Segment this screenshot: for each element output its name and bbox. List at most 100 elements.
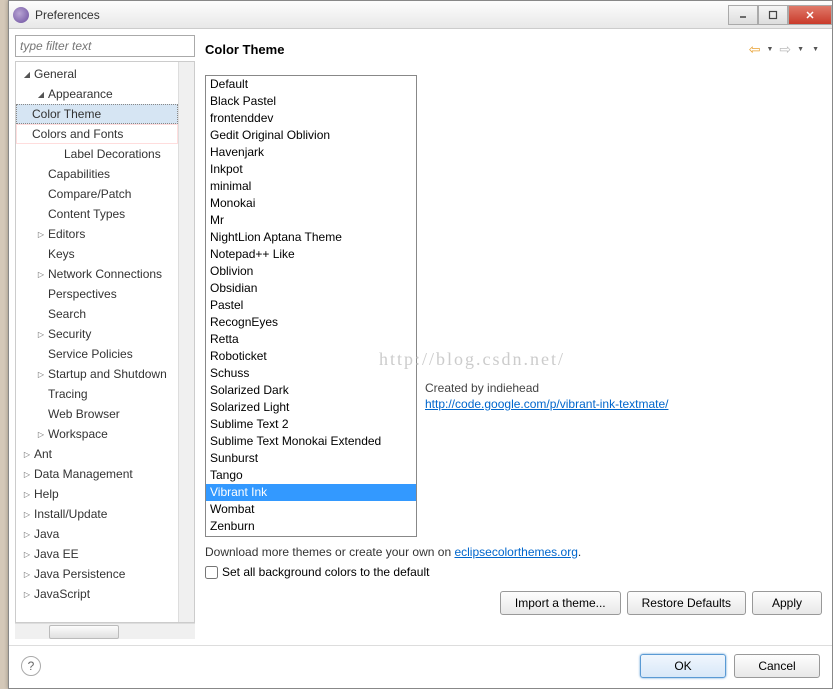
theme-list-item[interactable]: Black Pastel <box>206 93 416 110</box>
theme-list-item[interactable]: Obsidian <box>206 280 416 297</box>
expand-icon[interactable]: ▷ <box>22 529 32 539</box>
eclipsecolorthemes-link[interactable]: eclipsecolorthemes.org <box>454 545 577 559</box>
theme-list-item[interactable]: RecognEyes <box>206 314 416 331</box>
tree-item[interactable]: ▷Java EE <box>16 544 178 564</box>
nav-forward-icon[interactable]: ⇨ <box>778 41 792 58</box>
theme-list-item[interactable]: NightLion Aptana Theme <box>206 229 416 246</box>
window-title: Preferences <box>35 8 728 22</box>
tree-scrollbar-horizontal[interactable] <box>15 623 195 639</box>
tree-item[interactable]: ▷Startup and Shutdown <box>16 364 178 384</box>
tree-item[interactable]: Keys <box>16 244 178 264</box>
tree-item[interactable]: Perspectives <box>16 284 178 304</box>
tree-item[interactable]: Colors and Fonts <box>16 124 178 144</box>
tree-item[interactable]: Content Types <box>16 204 178 224</box>
minimize-button[interactable] <box>728 5 758 25</box>
expand-icon[interactable]: ▷ <box>22 549 32 559</box>
tree-item[interactable]: Search <box>16 304 178 324</box>
expand-icon[interactable]: ▷ <box>22 489 32 499</box>
theme-list-item[interactable]: Default <box>206 76 416 93</box>
theme-info: Created by indiehead http://code.google.… <box>425 69 822 537</box>
tree-item-label: Ant <box>34 447 52 461</box>
theme-list-item[interactable]: Vibrant Ink <box>206 484 416 501</box>
restore-defaults-button[interactable]: Restore Defaults <box>627 591 746 615</box>
tree-item[interactable]: ▷Java <box>16 524 178 544</box>
tree-scrollbar-vertical[interactable] <box>178 62 194 622</box>
tree-item[interactable]: ◢General <box>16 64 178 84</box>
tree-item[interactable]: ◢Appearance <box>16 84 178 104</box>
theme-list-item[interactable]: Gedit Original Oblivion <box>206 127 416 144</box>
tree-item[interactable]: ▷Ant <box>16 444 178 464</box>
tree-item-label: Editors <box>48 227 85 241</box>
theme-list-item[interactable]: Wombat <box>206 501 416 518</box>
tree-item-label: Color Theme <box>32 107 101 121</box>
theme-list-item[interactable]: Monokai <box>206 195 416 212</box>
filter-input[interactable] <box>15 35 195 57</box>
theme-list-item[interactable]: Havenjark <box>206 144 416 161</box>
tree-item[interactable]: Capabilities <box>16 164 178 184</box>
theme-url-link[interactable]: http://code.google.com/p/vibrant-ink-tex… <box>425 397 668 411</box>
collapse-icon[interactable]: ◢ <box>36 89 46 99</box>
tree-item[interactable]: ▷Editors <box>16 224 178 244</box>
nav-back-dropdown[interactable]: ▼ <box>763 46 776 53</box>
footer: ? OK Cancel <box>9 645 832 685</box>
theme-list-item[interactable]: Sublime Text 2 <box>206 416 416 433</box>
theme-list-item[interactable]: Notepad++ Like <box>206 246 416 263</box>
theme-list[interactable]: DefaultBlack PastelfrontenddevGedit Orig… <box>205 75 417 537</box>
tree-item[interactable]: Tracing <box>16 384 178 404</box>
theme-list-item[interactable]: Mr <box>206 212 416 229</box>
theme-list-item[interactable]: Roboticket <box>206 348 416 365</box>
tree-item-label: Capabilities <box>48 167 110 181</box>
tree-item[interactable]: ▷Help <box>16 484 178 504</box>
theme-list-item[interactable]: Retta <box>206 331 416 348</box>
tree-item[interactable]: ▷Install/Update <box>16 504 178 524</box>
theme-list-item[interactable]: Tango <box>206 467 416 484</box>
theme-list-item[interactable]: Solarized Dark <box>206 382 416 399</box>
expand-icon[interactable]: ▷ <box>36 369 46 379</box>
theme-list-item[interactable]: frontenddev <box>206 110 416 127</box>
theme-list-item[interactable]: Schuss <box>206 365 416 382</box>
maximize-button[interactable] <box>758 5 788 25</box>
expand-icon[interactable]: ▷ <box>22 449 32 459</box>
theme-list-item[interactable]: Oblivion <box>206 263 416 280</box>
nav-back-icon[interactable]: ⇦ <box>748 41 762 58</box>
apply-button[interactable]: Apply <box>752 591 822 615</box>
cancel-button[interactable]: Cancel <box>734 654 820 678</box>
theme-list-item[interactable]: Solarized Light <box>206 399 416 416</box>
expand-icon[interactable]: ▷ <box>36 329 46 339</box>
preferences-tree[interactable]: ◢General◢AppearanceColor ThemeColors and… <box>16 62 178 622</box>
tree-item[interactable]: ▷JavaScript <box>16 584 178 604</box>
theme-list-item[interactable]: Pastel <box>206 297 416 314</box>
ok-button[interactable]: OK <box>640 654 726 678</box>
scrollbar-thumb[interactable] <box>49 625 119 639</box>
tree-item[interactable]: ▷Java Persistence <box>16 564 178 584</box>
expand-icon[interactable]: ▷ <box>22 469 32 479</box>
set-background-checkbox[interactable] <box>205 566 218 579</box>
tree-item[interactable]: ▷Workspace <box>16 424 178 444</box>
theme-list-item[interactable]: Sunburst <box>206 450 416 467</box>
tree-item[interactable]: Service Policies <box>16 344 178 364</box>
tree-item[interactable]: ▷Security <box>16 324 178 344</box>
import-theme-button[interactable]: Import a theme... <box>500 591 621 615</box>
theme-list-item[interactable]: minimal <box>206 178 416 195</box>
expand-icon[interactable]: ▷ <box>36 229 46 239</box>
tree-item[interactable]: Color Theme <box>16 104 178 124</box>
expand-icon[interactable]: ▷ <box>22 569 32 579</box>
theme-list-item[interactable]: Inkpot <box>206 161 416 178</box>
tree-item-label: Appearance <box>48 87 113 101</box>
expand-icon[interactable]: ▷ <box>22 589 32 599</box>
collapse-icon[interactable]: ◢ <box>22 69 32 79</box>
tree-item[interactable]: ▷Network Connections <box>16 264 178 284</box>
expand-icon[interactable]: ▷ <box>22 509 32 519</box>
tree-item[interactable]: Web Browser <box>16 404 178 424</box>
tree-item[interactable]: ▷Data Management <box>16 464 178 484</box>
close-button[interactable] <box>788 5 832 25</box>
expand-icon[interactable]: ▷ <box>36 429 46 439</box>
expand-icon[interactable]: ▷ <box>36 269 46 279</box>
tree-item[interactable]: Compare/Patch <box>16 184 178 204</box>
tree-item[interactable]: Label Decorations <box>16 144 178 164</box>
help-icon[interactable]: ? <box>21 656 41 676</box>
theme-list-item[interactable]: Zenburn <box>206 518 416 535</box>
theme-list-item[interactable]: Sublime Text Monokai Extended <box>206 433 416 450</box>
nav-forward-dropdown[interactable]: ▼ <box>794 46 807 53</box>
nav-menu-dropdown[interactable]: ▼ <box>809 46 822 53</box>
